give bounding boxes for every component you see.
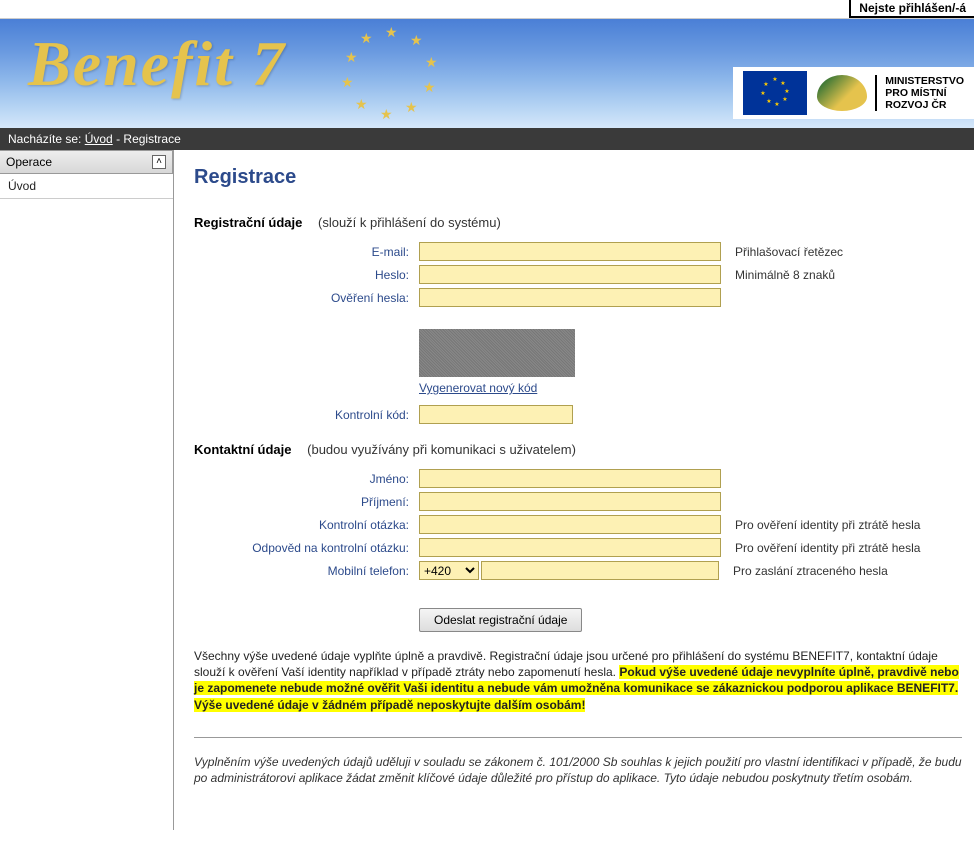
breadcrumb-link-uvod[interactable]: Úvod [85, 132, 113, 146]
submit-button[interactable]: Odeslat registrační údaje [419, 608, 582, 632]
hint-heslo: Minimálně 8 znaků [735, 268, 835, 282]
hint-kontrolni-otazka: Pro ověření identity při ztrátě hesla [735, 518, 920, 532]
page-title: Registrace [194, 166, 962, 189]
divider [194, 737, 962, 738]
input-prijmeni[interactable] [419, 492, 721, 511]
label-jmeno: Jméno: [194, 472, 419, 486]
header-banner: Benefit 7 ★ ★ ★ ★ ★ ★ ★ ★ ★ ★ ★ ★ ★ ★ ★ … [0, 19, 974, 128]
label-email: E-mail: [194, 245, 419, 259]
eu-stars-decor: ★ ★ ★ ★ ★ ★ ★ ★ ★ ★ [345, 24, 455, 124]
select-telefon-prefix[interactable]: +420 [419, 561, 479, 580]
section-kontaktni-udaje: Kontaktní údaje (budou využívány při kom… [194, 442, 962, 457]
input-overeni-hesla[interactable] [419, 288, 721, 307]
input-jmeno[interactable] [419, 469, 721, 488]
sidebar: Operace ˄ Úvod [0, 150, 174, 830]
input-heslo[interactable] [419, 265, 721, 284]
logo-benefit7: Benefit 7 [28, 27, 286, 101]
mmr-logo: MINISTERSTVO PRO MÍSTNÍ ROZVOJ ČR [817, 75, 964, 111]
content: Registrace Registrační údaje (slouží k p… [174, 150, 974, 830]
label-kontrolni-kod: Kontrolní kód: [194, 408, 419, 422]
label-kontrolni-otazka: Kontrolní otázka: [194, 518, 419, 532]
hint-email: Přihlašovací řetězec [735, 245, 843, 259]
eu-flag-icon: ★ ★ ★ ★ ★ ★ ★ ★ [743, 71, 807, 115]
label-heslo: Heslo: [194, 268, 419, 282]
info-text: Všechny výše uvedené údaje vyplňte úplně… [194, 648, 962, 713]
login-status: Nejste přihlášen/-á [849, 0, 974, 18]
hint-telefon: Pro zaslání ztraceného hesla [733, 564, 888, 578]
label-odpoved: Odpověd na kontrolní otázku: [194, 541, 419, 555]
input-odpoved[interactable] [419, 538, 721, 557]
mmr-text: MINISTERSTVO PRO MÍSTNÍ ROZVOJ ČR [875, 75, 964, 111]
label-prijmeni: Příjmení: [194, 495, 419, 509]
label-overeni-hesla: Ověření hesla: [194, 291, 419, 305]
input-kontrolni-otazka[interactable] [419, 515, 721, 534]
input-kontrolni-kod[interactable] [419, 405, 573, 424]
breadcrumb: Nacházíte se: Úvod - Registrace [0, 128, 974, 150]
legal-note: Vyplněním výše uvedených údajů uděluji v… [194, 754, 962, 786]
label-telefon: Mobilní telefon: [194, 564, 419, 578]
input-email[interactable] [419, 242, 721, 261]
sidebar-item-uvod[interactable]: Úvod [0, 174, 173, 199]
input-telefon[interactable] [481, 561, 719, 580]
section-registracni-udaje: Registrační údaje (slouží k přihlášení d… [194, 215, 962, 230]
captcha-regenerate-link[interactable]: Vygenerovat nový kód [419, 381, 575, 395]
collapse-icon[interactable]: ˄ [152, 155, 166, 169]
captcha-image [419, 329, 575, 377]
sidebar-header[interactable]: Operace ˄ [0, 150, 173, 174]
mmr-icon [817, 75, 867, 111]
topbar: Nejste přihlášen/-á [0, 0, 974, 19]
hint-odpoved: Pro ověření identity při ztrátě hesla [735, 541, 920, 555]
header-logos: ★ ★ ★ ★ ★ ★ ★ ★ MINISTERSTVO PRO MÍSTNÍ … [733, 67, 974, 119]
